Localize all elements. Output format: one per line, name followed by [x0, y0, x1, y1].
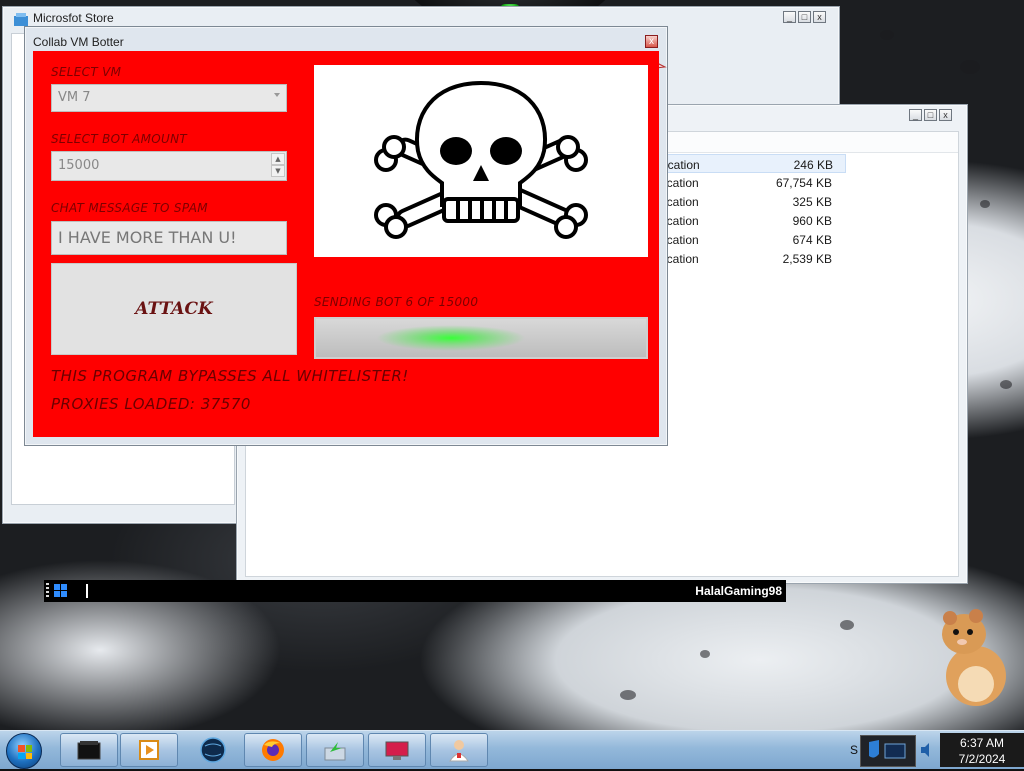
clock-time: 6:37 AM	[959, 736, 1005, 750]
red-monitor-icon	[385, 741, 409, 760]
bot-progress-bar	[314, 317, 648, 359]
speaker-icon[interactable]	[918, 741, 934, 759]
chat-message-label: CHAT MESSAGE TO SPAM	[51, 201, 208, 215]
maximize-button[interactable]: □	[924, 109, 937, 121]
close-button[interactable]: x	[645, 35, 658, 48]
close-button[interactable]: x	[939, 109, 952, 121]
file-size: 674 KB	[792, 233, 832, 247]
doctor-icon	[449, 740, 469, 762]
file-size: 246 KB	[793, 158, 833, 172]
select-vm-label: SELECT VM	[51, 65, 122, 79]
file-type: ication	[664, 214, 699, 228]
tray-letter: S	[850, 743, 859, 757]
botter-window[interactable]: Collab VM Botter x SELECT VM VM 7 SELECT…	[24, 26, 668, 446]
taskbar-green-arrow-button[interactable]	[306, 733, 364, 767]
close-button[interactable]: x	[813, 11, 826, 23]
bot-amount-label: SELECT BOT AMOUNT	[51, 132, 188, 146]
green-arrow-icon	[324, 742, 346, 761]
host-taskbar: S 6:37 AM 7/2/2024	[0, 730, 1024, 769]
network-shield-icon	[869, 740, 906, 759]
progress-glow	[376, 325, 526, 351]
hamster-icon	[942, 609, 1006, 706]
system-tray: S	[848, 733, 938, 767]
file-type: ication	[664, 233, 699, 247]
minimize-button[interactable]: _	[909, 109, 922, 121]
tray-active-area[interactable]	[860, 735, 916, 767]
minimize-button[interactable]: _	[783, 11, 796, 23]
bypass-notice: THIS PROGRAM BYPASSES ALL WHITELISTER!	[51, 367, 409, 385]
proxies-count: PROXIES LOADED: 37570	[51, 395, 251, 413]
windows-start-icon[interactable]	[54, 584, 68, 598]
file-type: ication	[664, 176, 699, 190]
file-size: 67,754 KB	[775, 176, 832, 190]
globe-icon	[200, 737, 226, 763]
taskbar-media-button[interactable]	[120, 733, 178, 767]
chat-message-input[interactable]: I HAVE MORE THAN U!	[51, 221, 287, 255]
app-icon	[77, 741, 101, 760]
vm-username: HalalGaming98	[695, 584, 782, 598]
store-window-title: Microsfot Store	[33, 11, 114, 25]
skull-crossbones-icon	[374, 80, 588, 239]
firefox-icon	[262, 739, 284, 761]
file-size: 325 KB	[792, 195, 832, 209]
attack-button[interactable]: ATTACK	[51, 263, 297, 355]
taskbar-globe-button[interactable]	[184, 733, 242, 767]
botter-panel: SELECT VM VM 7 SELECT BOT AMOUNT 15000 ▲…	[33, 51, 659, 437]
stepper-down-icon[interactable]: ▼	[271, 165, 285, 177]
windows-logo-icon	[18, 745, 32, 759]
chat-message-value: I HAVE MORE THAN U!	[58, 228, 237, 247]
bot-amount-stepper[interactable]: 15000 ▲ ▼	[51, 151, 287, 181]
file-type: ication	[664, 195, 699, 209]
chevron-down-icon	[274, 93, 280, 97]
stepper-up-icon[interactable]: ▲	[271, 153, 285, 165]
store-window-controls: _ □ x	[783, 11, 826, 23]
file-row[interactable]: ication 246 KB	[656, 154, 846, 173]
media-player-icon	[139, 740, 159, 760]
vm-taskbar: HalalGaming98	[44, 580, 786, 602]
botter-window-title: Collab VM Botter	[33, 35, 124, 49]
taskbar-doctor-button[interactable]	[430, 733, 488, 767]
taskbar-app-button[interactable]	[60, 733, 118, 767]
store-icon	[14, 13, 28, 26]
clock-date: 7/2/2024	[958, 752, 1006, 766]
file-type: ication	[665, 158, 700, 172]
skull-image	[314, 65, 648, 257]
grip-handle[interactable]	[46, 583, 49, 599]
vm-select-value: VM 7	[58, 90, 91, 105]
file-type: ication	[664, 252, 699, 266]
bot-amount-value: 15000	[58, 158, 100, 173]
taskbar-clock[interactable]: 6:37 AM 7/2/2024	[940, 733, 1024, 767]
text-cursor	[86, 584, 88, 598]
file-size: 2,539 KB	[782, 252, 832, 266]
stepper-buttons: ▲ ▼	[271, 153, 285, 179]
taskbar-firefox-button[interactable]	[244, 733, 302, 767]
vm-select[interactable]: VM 7	[51, 84, 287, 112]
file-size: 960 KB	[792, 214, 832, 228]
file-window-controls: _ □ x	[909, 109, 952, 121]
maximize-button[interactable]: □	[798, 11, 811, 23]
start-orb-button[interactable]	[6, 733, 42, 769]
taskbar-red-monitor-button[interactable]	[368, 733, 426, 767]
progress-label: SENDING BOT 6 OF 15000	[314, 295, 479, 309]
